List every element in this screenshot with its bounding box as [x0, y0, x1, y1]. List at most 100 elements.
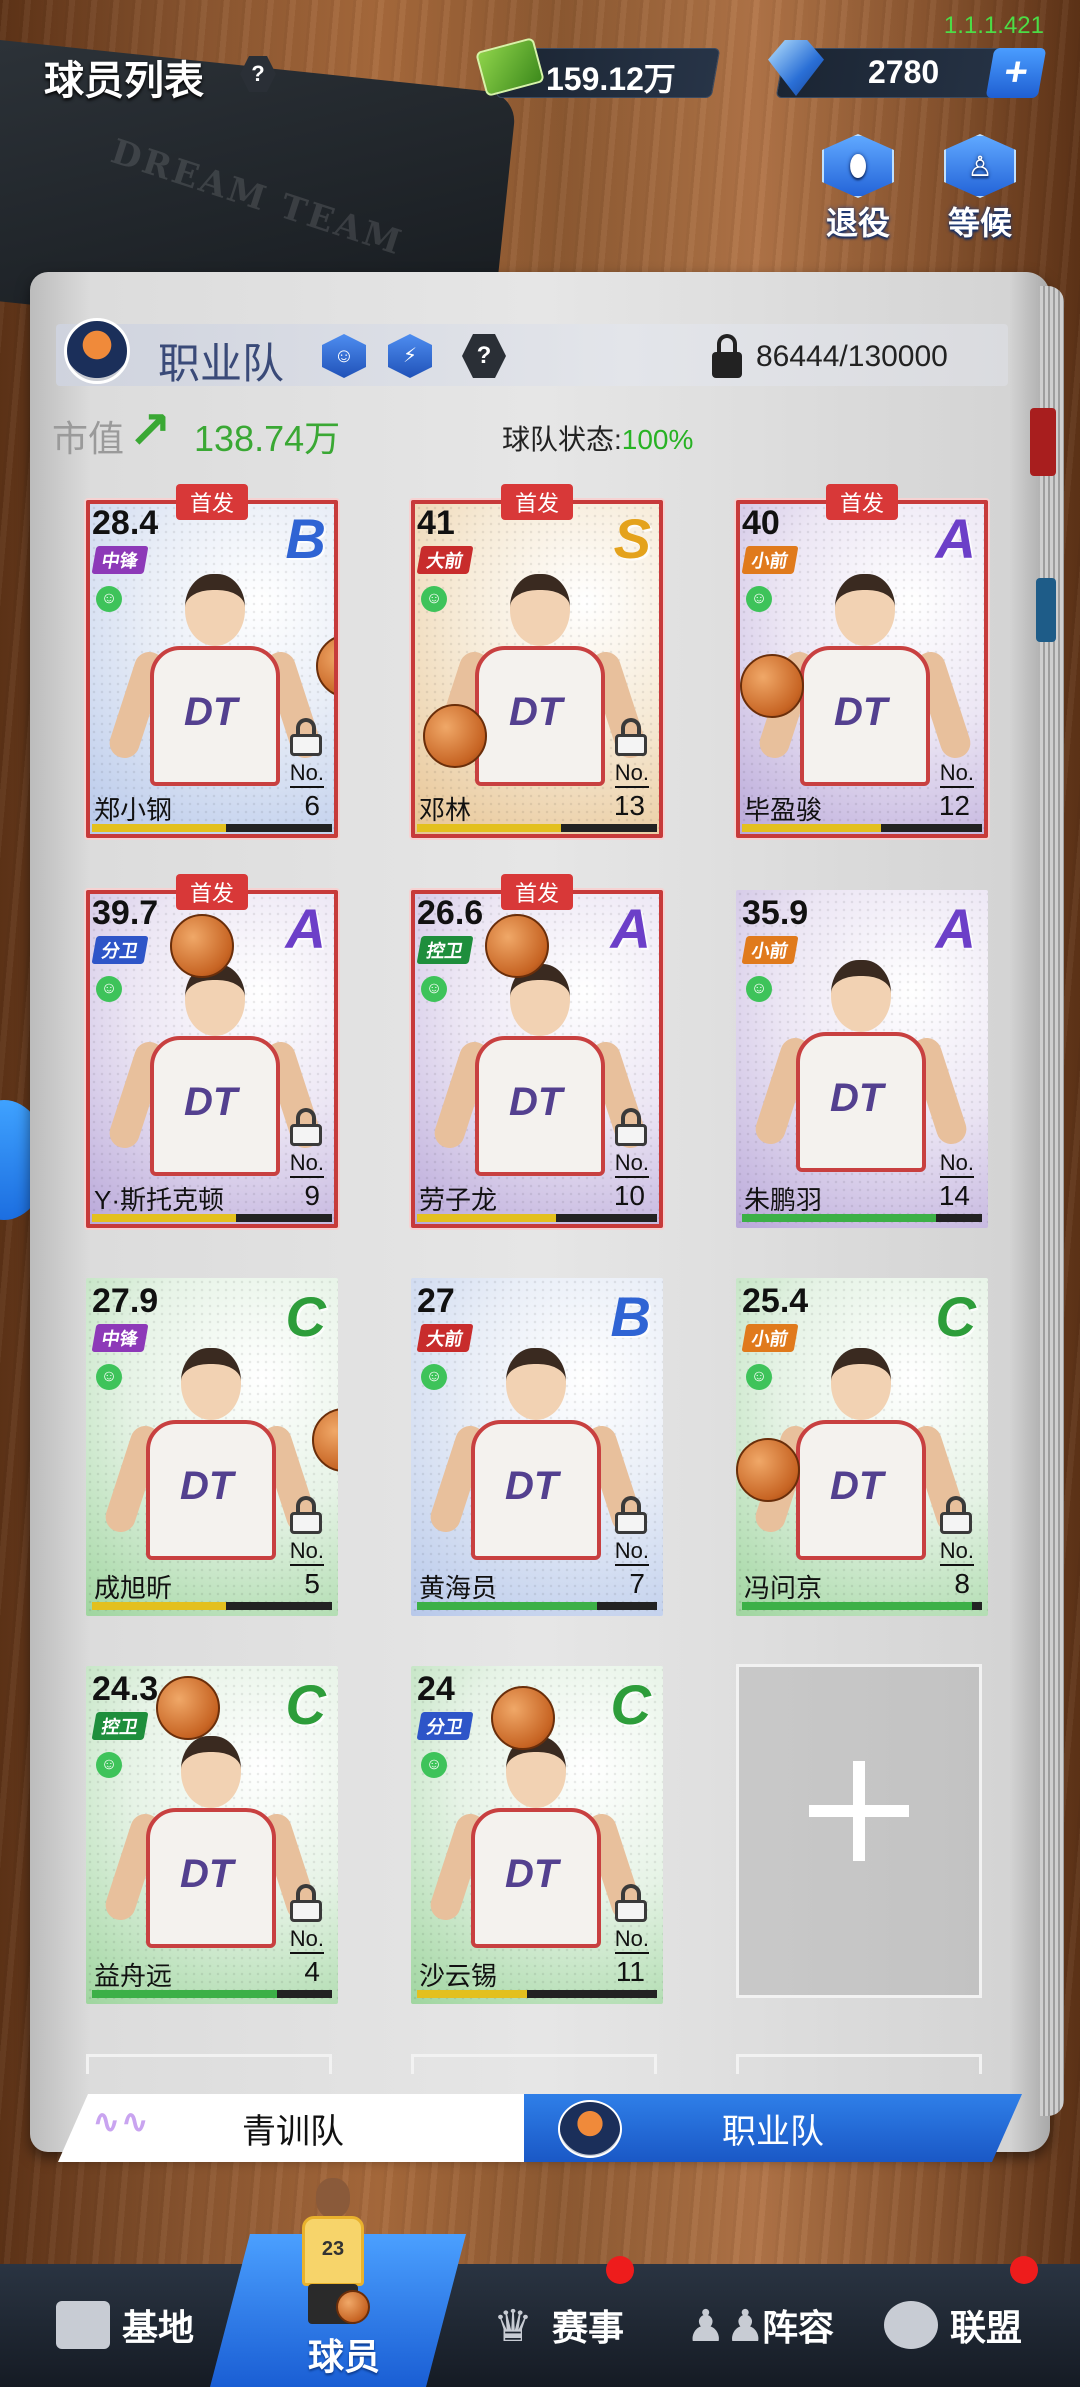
player-figure — [751, 1348, 971, 1560]
basketball-icon — [740, 654, 804, 718]
retire-button[interactable]: ⬮ 退役 — [820, 134, 896, 241]
jersey-number: 14 — [938, 1180, 970, 1211]
basketball-icon — [491, 1686, 555, 1750]
number-label: No. — [289, 1150, 324, 1178]
salary-capacity: 86444/130000 — [756, 340, 948, 373]
player-card[interactable]: 首发 39.7 分卫 ☺ A No. 9 Y·斯托克顿 — [86, 874, 338, 1228]
nav-league[interactable]: 联盟 — [884, 2290, 1022, 2360]
lock-icon — [615, 718, 647, 756]
seat-icon: ♙ — [944, 134, 1016, 198]
player-figure — [105, 574, 325, 786]
lock-icon — [615, 1496, 647, 1534]
market-value-label: 市值 — [52, 418, 125, 459]
number-label: No. — [614, 1150, 649, 1178]
mood-icon: ☺ — [421, 586, 447, 612]
player-name: 成旭昕 — [94, 1573, 173, 1603]
basketball-icon — [156, 1676, 220, 1740]
lock-icon — [615, 1884, 647, 1922]
league-icon — [884, 2301, 938, 2349]
retire-label: 退役 — [825, 205, 890, 241]
player-card[interactable]: 24 分卫 ☺ C No. 11 沙云锡 — [411, 1666, 663, 2004]
add-gems-button[interactable]: + — [985, 48, 1047, 98]
player-figure — [426, 1736, 646, 1948]
basketball-icon — [316, 634, 334, 698]
trophy-icon: ♛ — [493, 2302, 533, 2351]
player-card[interactable]: 首发 40 小前 ☺ A No. 12 毕盈骏 — [736, 484, 988, 838]
jersey-number: 6 — [304, 790, 320, 821]
player-name: 郑小钢 — [94, 795, 173, 825]
jersey-number: 9 — [304, 1180, 320, 1211]
profession-logo-small-icon — [558, 2100, 622, 2158]
player-figure — [430, 964, 650, 1176]
lock-icon — [615, 1108, 647, 1146]
team-status-label: 球队状态: — [502, 424, 622, 455]
position-badge: 小前 — [741, 936, 799, 964]
grade-label: C — [285, 1285, 326, 1348]
player-name: 邓林 — [419, 795, 472, 825]
starter-badge: 首发 — [500, 484, 574, 520]
mood-icon: ☺ — [96, 976, 122, 1002]
nav-lineup[interactable]: ♟♟ 阵容 — [686, 2290, 834, 2360]
basketball-icon — [736, 1438, 800, 1502]
player-name: 冯问京 — [744, 1573, 823, 1603]
nav-events-label: 赛事 — [552, 2307, 625, 2348]
player-name: Y·斯托克顿 — [94, 1185, 225, 1215]
player-score: 35.9 — [742, 894, 809, 932]
player-card[interactable]: 27.9 中锋 ☺ C No. 5 成旭昕 — [86, 1278, 338, 1616]
player-card[interactable]: 25.4 小前 ☺ C No. 8 冯问京 — [736, 1278, 988, 1616]
player-score: 24 — [417, 1670, 455, 1708]
jersey-number: 4 — [304, 1956, 320, 1987]
player-name: 毕盈骏 — [744, 795, 823, 825]
player-score: 24.3 — [92, 1670, 159, 1708]
jersey-number: 13 — [613, 790, 645, 821]
player-card[interactable]: 首发 28.4 中锋 ☺ B No. 6 郑小钢 — [86, 484, 338, 838]
waiting-label: 等候 — [947, 205, 1012, 241]
jersey-number: 11 — [615, 1956, 645, 1987]
player-card[interactable]: 27 大前 ☺ B No. 7 黄海员 — [411, 1278, 663, 1616]
number-label: No. — [939, 1538, 974, 1566]
gem-value: 2780 — [868, 54, 940, 90]
waiting-button[interactable]: ♙ 等候 — [942, 134, 1018, 241]
player-score: 27.9 — [92, 1282, 159, 1320]
card-placeholder — [86, 2054, 332, 2074]
stamina-bar — [417, 1602, 657, 1610]
player-score: 40 — [742, 504, 780, 542]
grade-label: B — [610, 1285, 651, 1348]
basketball-icon — [312, 1408, 338, 1472]
lock-icon — [290, 1108, 322, 1146]
money-value: 159.12万 — [546, 61, 676, 97]
player-name: 益舟远 — [94, 1961, 173, 1991]
team-status: 球队状态:100% — [502, 418, 693, 458]
nav-players-label: 球员 — [307, 2336, 380, 2377]
player-figure — [105, 964, 325, 1176]
player-card[interactable]: 24.3 控卫 ☺ C No. 4 益舟远 — [86, 1666, 338, 2004]
profession-logo-icon — [64, 318, 130, 384]
player-card[interactable]: 首发 41 大前 ☺ S No. 13 邓林 — [411, 484, 663, 838]
position-badge: 小前 — [741, 546, 799, 574]
basketball-icon — [170, 914, 234, 978]
number-label: No. — [939, 1150, 974, 1178]
nav-events[interactable]: ♛ 赛事 — [486, 2290, 624, 2360]
player-card[interactable]: 35.9 小前 ☺ A No. 14 朱鹏羽 — [736, 890, 988, 1228]
stadium-icon — [56, 2301, 110, 2349]
player-figure — [101, 1348, 321, 1560]
stamina-bar — [417, 1990, 657, 1998]
mood-icon: ☺ — [746, 1364, 772, 1390]
player-card[interactable]: 首发 26.6 控卫 ☺ A No. 10 劳子龙 — [411, 874, 663, 1228]
player-score: 25.4 — [742, 1282, 809, 1320]
notebook-text: DREAM TEAM — [106, 131, 409, 264]
mood-icon: ☺ — [746, 976, 772, 1002]
starter-badge: 首发 — [175, 484, 249, 520]
jersey-number: 8 — [954, 1568, 970, 1599]
market-value: 138.74万 — [194, 418, 341, 459]
mood-icon: ☺ — [96, 1364, 122, 1390]
grade-label: B — [285, 507, 326, 570]
player-score: 28.4 — [92, 504, 159, 542]
mood-icon: ☺ — [96, 1752, 122, 1778]
nav-base[interactable]: 基地 — [56, 2290, 194, 2360]
basketball-icon — [423, 704, 487, 768]
position-badge: 大前 — [416, 1324, 474, 1352]
team-status-value: 100% — [621, 424, 694, 455]
nav-base-label: 基地 — [122, 2307, 195, 2348]
add-player-slot[interactable] — [736, 1664, 982, 1998]
